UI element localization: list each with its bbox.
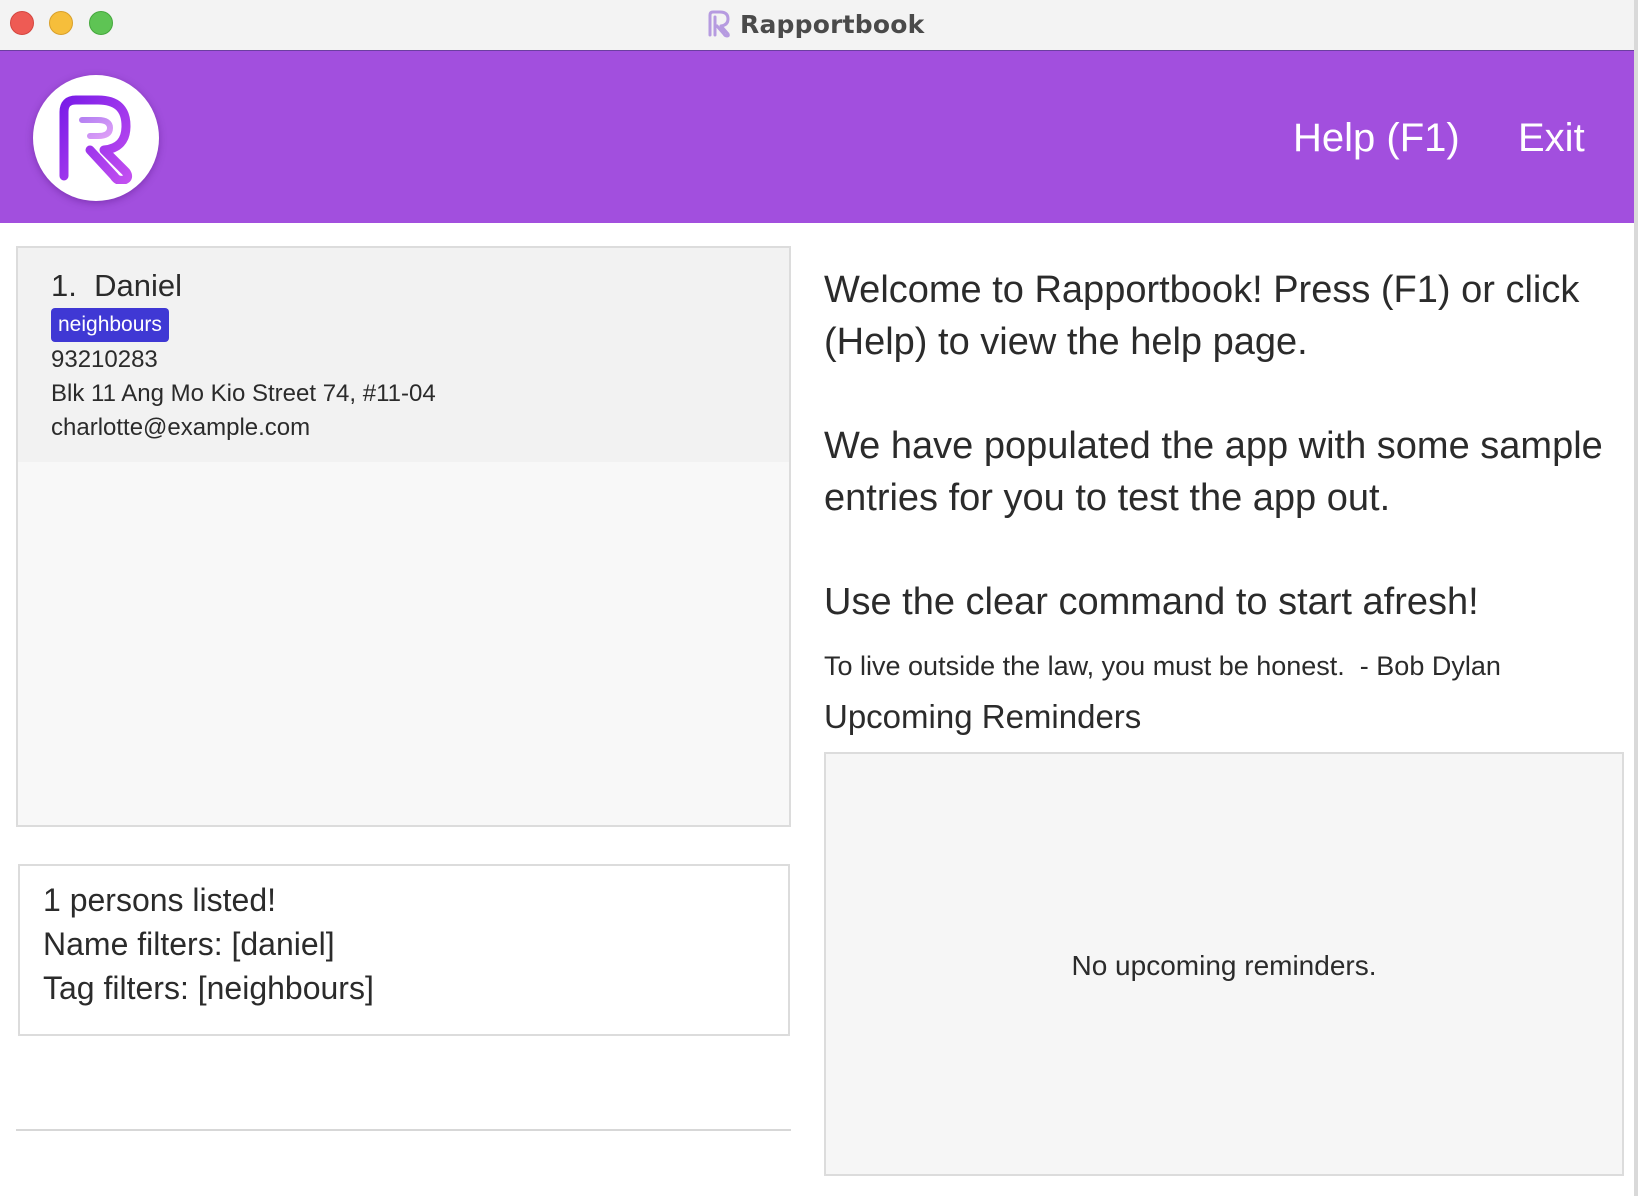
window-title-group: Rapportbook: [706, 6, 924, 42]
reminders-heading: Upcoming Reminders: [824, 698, 1142, 735]
person-index: 1.: [51, 268, 77, 303]
person-name-text: Daniel: [94, 268, 182, 303]
welcome-paragraph: Welcome to Rapportbook! Press (F1) or cl…: [824, 269, 1580, 363]
exit-menu[interactable]: Exit: [1518, 114, 1585, 162]
result-summary: 1 persons listed!: [43, 882, 277, 918]
name-filters: Name filters: [daniel]: [43, 926, 335, 962]
person-address: Blk 11 Ang Mo Kio Street 74, #11-04: [51, 380, 436, 407]
app-header: Help (F1) Exit: [0, 51, 1634, 223]
command-box[interactable]: [16, 1066, 791, 1131]
app-window: Rapportbook Help (F1) Exit 1. Daniel nei…: [0, 0, 1638, 1196]
tag-filters: Tag filters: [neighbours]: [43, 970, 374, 1006]
r-logo-icon: [33, 75, 159, 201]
person-name: 1. Daniel: [51, 268, 182, 304]
minimize-window-button[interactable]: [49, 11, 73, 35]
logo-glyph: [59, 95, 133, 184]
result-display[interactable]: 1 persons listed! Name filters: [daniel]…: [18, 864, 790, 1036]
window-title: Rapportbook: [740, 9, 925, 39]
person-card[interactable]: 1. Daniel neighbours 93210283 Blk 11 Ang…: [18, 248, 789, 462]
help-menu[interactable]: Help (F1): [1293, 114, 1460, 162]
app-icon: [708, 10, 730, 38]
sample-data-paragraph: We have populated the app with some samp…: [824, 425, 1603, 519]
tag-label: neighbours: [51, 308, 169, 342]
person-list-panel[interactable]: 1. Daniel neighbours 93210283 Blk 11 Ang…: [16, 246, 791, 827]
close-window-button[interactable]: [10, 11, 34, 35]
zoom-window-button[interactable]: [89, 11, 113, 35]
command-input[interactable]: [16, 1066, 791, 1129]
clear-hint-paragraph: Use the clear command to start afresh!: [824, 581, 1479, 623]
person-phone: 93210283: [51, 346, 158, 373]
person-email: charlotte@example.com: [51, 414, 311, 441]
reminders-empty-text: No upcoming reminders.: [1071, 950, 1377, 981]
reminders-panel[interactable]: No upcoming reminders.: [824, 752, 1624, 1176]
title-bar[interactable]: Rapportbook: [0, 0, 1634, 51]
quote-text: To live outside the law, you must be hon…: [824, 651, 1501, 681]
